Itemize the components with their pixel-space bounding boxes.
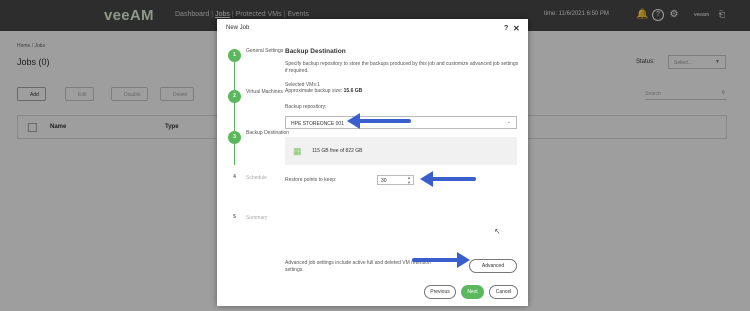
previous-button[interactable]: Previous: [424, 285, 456, 299]
annotation-arrow-restore-points: [420, 171, 476, 187]
step-2-label: Virtual Machines: [246, 89, 283, 95]
vm-summary: Selected VMs:1 Approximate backup size: …: [285, 82, 363, 94]
section-description: Specify backup repository to store the b…: [285, 61, 519, 74]
repository-free-space: 115 GB free of 822 GB: [312, 148, 363, 154]
help-icon[interactable]: ?: [504, 25, 508, 32]
step-3-number: 3: [228, 131, 241, 144]
restore-points-value: 30: [381, 178, 387, 184]
step-5-label: Summary: [246, 215, 268, 221]
dialog-title: New Job: [226, 25, 250, 31]
annotation-arrow-repository: [347, 113, 411, 129]
advanced-button[interactable]: Advanced: [469, 259, 517, 273]
new-job-dialog: New Job ? ✕ 1 General Settings 2 Virtual…: [217, 19, 528, 306]
close-icon[interactable]: ✕: [513, 24, 520, 33]
step-progress-line: [234, 55, 235, 165]
repository-label: Backup repository:: [285, 104, 327, 110]
repository-select-value: HPE STOREONCE 001: [291, 121, 344, 127]
mouse-cursor-icon: ↖: [494, 227, 501, 236]
restore-points-stepper[interactable]: 30 ▲ ▼: [377, 175, 414, 185]
step-4-label: Schedule: [246, 175, 267, 181]
restore-points-label: Restore points to keep:: [285, 177, 337, 183]
annotation-arrow-advanced: [412, 252, 470, 268]
chevron-down-icon: ⌄: [506, 119, 511, 125]
cancel-button[interactable]: Cancel: [489, 285, 518, 299]
step-1-number: 1: [228, 49, 241, 62]
step-1-label: General Settings: [246, 48, 284, 54]
database-icon: ▦: [293, 146, 302, 156]
step-5-number: 5: [228, 211, 241, 224]
next-button[interactable]: Next: [461, 285, 484, 299]
section-heading: Backup Destination: [285, 48, 346, 55]
step-2-number: 2: [228, 90, 241, 103]
step-3-label: Backup Destination: [246, 130, 290, 136]
step-4-number: 4: [228, 171, 241, 184]
spinner-icon[interactable]: ▲ ▼: [407, 175, 411, 185]
repository-info: ▦ 115 GB free of 822 GB: [285, 137, 517, 165]
